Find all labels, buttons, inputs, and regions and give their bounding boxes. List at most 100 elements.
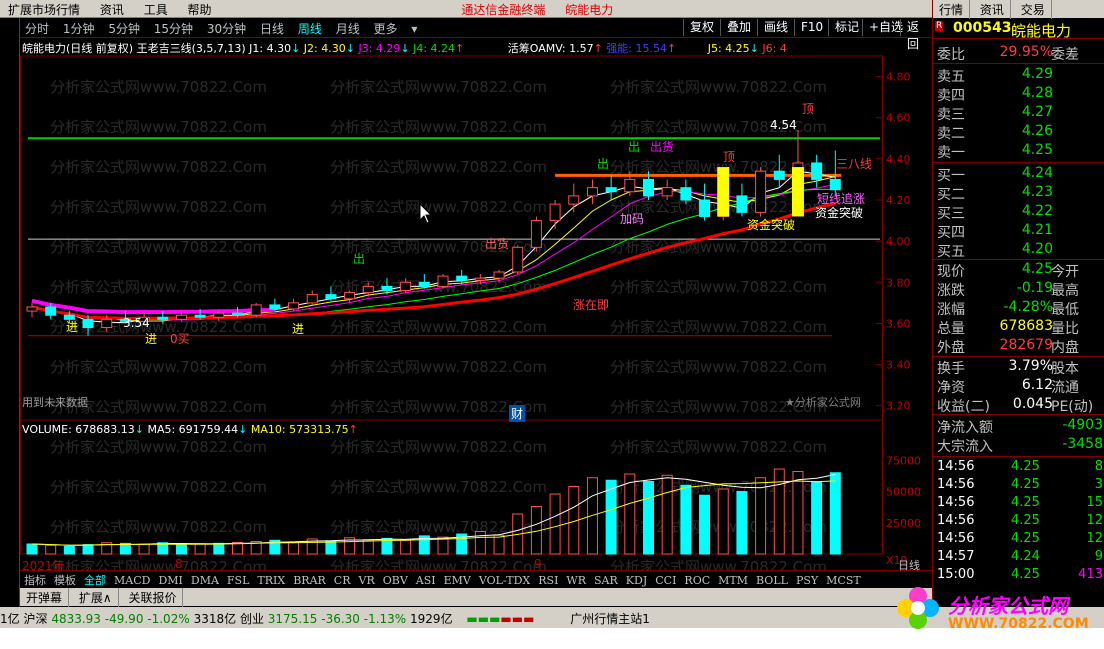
- stat2-label: 收益(二): [937, 399, 990, 415]
- indicator-tab[interactable]: WR: [562, 573, 590, 588]
- menu-tools[interactable]: 工具: [136, 0, 176, 19]
- indicator-tab[interactable]: SAR: [590, 573, 622, 588]
- stock-header: R 000543 皖能电力: [933, 20, 1104, 40]
- candle-body: [175, 314, 187, 320]
- indicator-tab[interactable]: 模板: [50, 571, 80, 589]
- related-quote-button[interactable]: 关联报价: [122, 588, 184, 607]
- stat2-label: 换手: [937, 361, 965, 377]
- indicator-tab[interactable]: BOLL: [752, 573, 792, 588]
- up-imminent-label: 涨在即: [573, 298, 610, 312]
- indicator-tab[interactable]: BRAR: [289, 573, 330, 588]
- draw-button[interactable]: 画线: [757, 19, 794, 36]
- buy-row[interactable]: 买四 4.21: [933, 222, 1104, 241]
- period-tab-30min[interactable]: 30分钟: [202, 18, 251, 39]
- indicator-tab[interactable]: ASI: [412, 573, 440, 588]
- volume-bar: [362, 539, 374, 555]
- top-label-1: 顶: [802, 102, 815, 116]
- sell-level-label: 卖五: [937, 69, 965, 85]
- period-tab-1min[interactable]: 1分钟: [58, 18, 100, 39]
- stat-row: 涨幅 -4.28% 最低: [933, 299, 1104, 318]
- finance-marker[interactable]: 财: [509, 405, 526, 422]
- overlay-button[interactable]: 叠加: [720, 19, 757, 36]
- indicator-tab[interactable]: CCI: [651, 573, 680, 588]
- stat-label-2: 最高: [1051, 283, 1079, 299]
- indicator-tab[interactable]: VOL-TDX: [475, 573, 534, 588]
- sell-row[interactable]: 卖三 4.27: [933, 104, 1104, 123]
- indicator-tab[interactable]: RSI: [534, 573, 562, 588]
- indicator-tab[interactable]: CR: [330, 573, 355, 588]
- stat-label: 涨跌: [937, 283, 965, 299]
- signal-box: [791, 167, 804, 217]
- indicator-tab[interactable]: EMV: [440, 573, 475, 588]
- back-button[interactable]: 返回: [900, 19, 932, 51]
- menu-market-ext[interactable]: 扩展市场行情: [0, 0, 88, 19]
- sell-row[interactable]: 卖五 4.29: [933, 66, 1104, 85]
- period-tab-daily[interactable]: 周线: [293, 18, 327, 39]
- indicator-tab[interactable]: MTM: [714, 573, 752, 588]
- period-tab-15min[interactable]: 15分钟: [149, 18, 198, 39]
- volume-bar: [586, 477, 598, 555]
- sell-row[interactable]: 卖二 4.26: [933, 123, 1104, 142]
- future-data-note: 用到未来数据: [22, 396, 88, 409]
- rz-badge-icon: R: [935, 21, 944, 31]
- up-arrow-icon: ↑: [593, 42, 603, 55]
- buy-row[interactable]: 买五 4.20: [933, 241, 1104, 260]
- tab-news[interactable]: 资讯: [974, 0, 1011, 19]
- signal-box: [717, 167, 730, 217]
- watermark-text: 分析家公式网www.70822.Com: [50, 118, 267, 136]
- candle-body: [157, 316, 169, 320]
- tab-trade[interactable]: 交易: [1015, 0, 1052, 19]
- expand-button[interactable]: 扩展∧: [73, 588, 119, 607]
- divider: [933, 456, 1104, 457]
- indicator-tab[interactable]: FSL: [223, 573, 253, 588]
- indicator-tab[interactable]: TRIX: [253, 573, 289, 588]
- sell-row[interactable]: 卖四 4.28: [933, 85, 1104, 104]
- indicator-tab[interactable]: DMI: [154, 573, 186, 588]
- period-tab-60min[interactable]: 日线: [255, 18, 289, 39]
- indicator-tab[interactable]: KDJ: [622, 573, 651, 588]
- candle-body: [474, 277, 486, 281]
- danmaku-button[interactable]: 开弹幕: [20, 588, 70, 607]
- tick-price: 4.25: [1011, 513, 1040, 528]
- stat2-row: 净资 6.12 流通: [933, 377, 1104, 396]
- volume-bar: [680, 484, 692, 555]
- watermark-text: 分析家公式网www.70822.Com: [610, 358, 827, 376]
- buy-row[interactable]: 买二 4.23: [933, 184, 1104, 203]
- divider: [933, 63, 1104, 64]
- volume-bar: [194, 543, 206, 555]
- menu-news[interactable]: 资讯: [92, 0, 132, 19]
- adjust-button[interactable]: 复权: [683, 19, 720, 36]
- indicator-tab[interactable]: 全部: [80, 571, 110, 589]
- watermark-text: 分析家公式网www.70822.Com: [50, 438, 267, 456]
- period-tab-more[interactable]: ▾: [406, 20, 422, 38]
- buy-row[interactable]: 买三 4.22: [933, 203, 1104, 222]
- indicator-tab[interactable]: VR: [355, 573, 379, 588]
- indicator-tab[interactable]: PSY: [792, 573, 822, 588]
- sell-row[interactable]: 卖一 4.25: [933, 142, 1104, 161]
- indicator-tab[interactable]: DMA: [187, 573, 223, 588]
- indicator-tab[interactable]: ROC: [680, 573, 714, 588]
- menu-help[interactable]: 帮助: [180, 0, 220, 19]
- buy-row[interactable]: 买一 4.24: [933, 165, 1104, 184]
- indicator-tab[interactable]: 指标: [20, 571, 50, 589]
- indicator-tab[interactable]: OBV: [379, 573, 412, 588]
- stat2-value: 6.12: [1021, 377, 1053, 393]
- f10-button[interactable]: F10: [794, 19, 829, 36]
- volume-bar: [661, 474, 673, 555]
- indicator-tab[interactable]: MCST: [822, 573, 865, 588]
- buy-price: 4.20: [1021, 241, 1053, 257]
- divider: [933, 38, 1104, 39]
- indicator-tab[interactable]: MACD: [110, 573, 154, 588]
- kline-chart-area[interactable]: 分析家公式网www.70822.Com 分析家公式网www.70822.Com 分析…: [20, 38, 932, 588]
- period-tab-5min[interactable]: 5分钟: [103, 18, 145, 39]
- mark-button[interactable]: 标记: [828, 19, 865, 36]
- buy-level-label: 买一: [937, 168, 965, 184]
- tab-quote[interactable]: 行情: [933, 0, 971, 19]
- tick-volume: 9: [1094, 549, 1103, 564]
- period-tab-monthly[interactable]: 更多: [369, 18, 403, 39]
- period-tab-weekly[interactable]: 月线: [331, 18, 365, 39]
- server-name: 广州行情主站1: [570, 612, 650, 626]
- period-tab-timeshare[interactable]: 分时: [20, 18, 54, 39]
- buy-label: 0买: [170, 332, 190, 346]
- candle-body: [549, 203, 561, 222]
